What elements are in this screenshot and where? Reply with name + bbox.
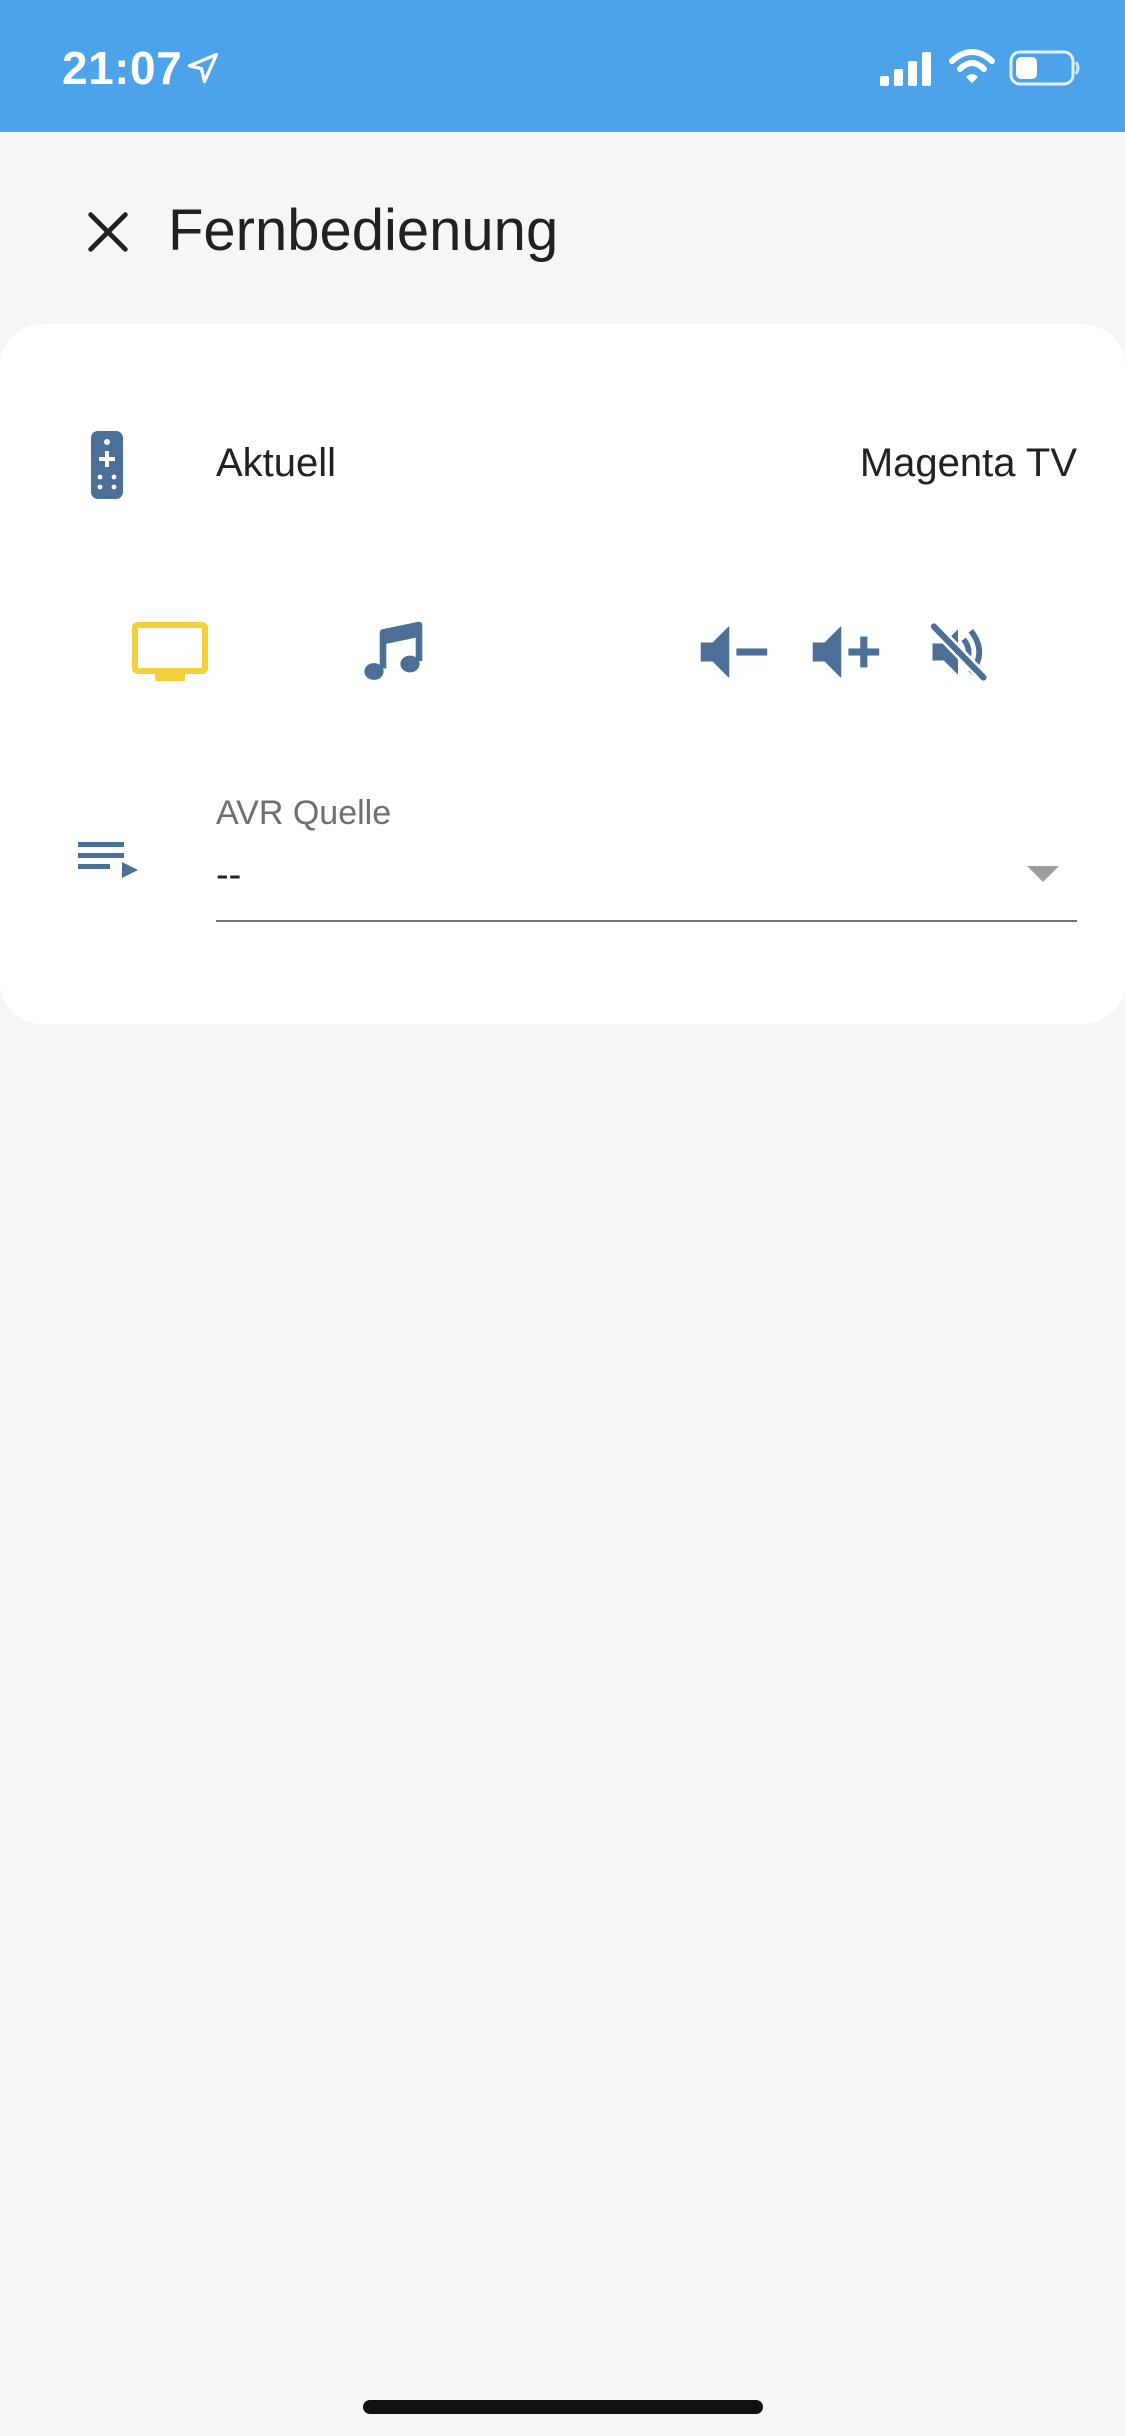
top-bar: Fernbedienung xyxy=(0,132,1125,324)
mute-button[interactable] xyxy=(908,602,1008,702)
select-underline xyxy=(216,920,1077,922)
playlist-play-icon xyxy=(78,842,138,878)
battery-icon xyxy=(1009,50,1080,86)
remote-card: Aktuell Magenta TV AVR Quelle -- xyxy=(0,324,1125,1024)
current-value: Magenta TV xyxy=(859,441,1077,485)
cellular-signal-icon xyxy=(880,52,931,86)
page-title: Fernbedienung xyxy=(168,198,559,263)
current-label: Aktuell xyxy=(216,441,337,485)
wifi-icon xyxy=(949,49,995,83)
music-button[interactable] xyxy=(342,602,442,702)
remote-control-icon xyxy=(91,431,123,499)
close-icon xyxy=(88,212,128,252)
tv-icon xyxy=(132,622,208,681)
volume-up-button[interactable] xyxy=(796,602,896,702)
tv-button[interactable] xyxy=(120,602,220,702)
home-indicator xyxy=(363,2400,763,2414)
location-arrow-icon xyxy=(187,52,219,84)
avr-source-label: AVR Quelle xyxy=(216,794,392,832)
current-activity-row: Aktuell Magenta TV xyxy=(0,324,1125,594)
volume-plus-icon xyxy=(812,625,880,679)
volume-down-button[interactable] xyxy=(684,602,784,702)
avr-source-value: -- xyxy=(216,854,242,896)
status-time: 21:07 xyxy=(62,42,183,94)
dropdown-arrow-icon xyxy=(1027,866,1059,882)
status-bar: 21:07 xyxy=(0,0,1125,132)
volume-minus-icon xyxy=(700,625,768,679)
close-button[interactable] xyxy=(70,194,146,270)
music-note-icon xyxy=(364,621,423,680)
volume-off-icon xyxy=(929,622,988,682)
avr-source-select[interactable]: AVR Quelle -- xyxy=(216,792,1077,924)
